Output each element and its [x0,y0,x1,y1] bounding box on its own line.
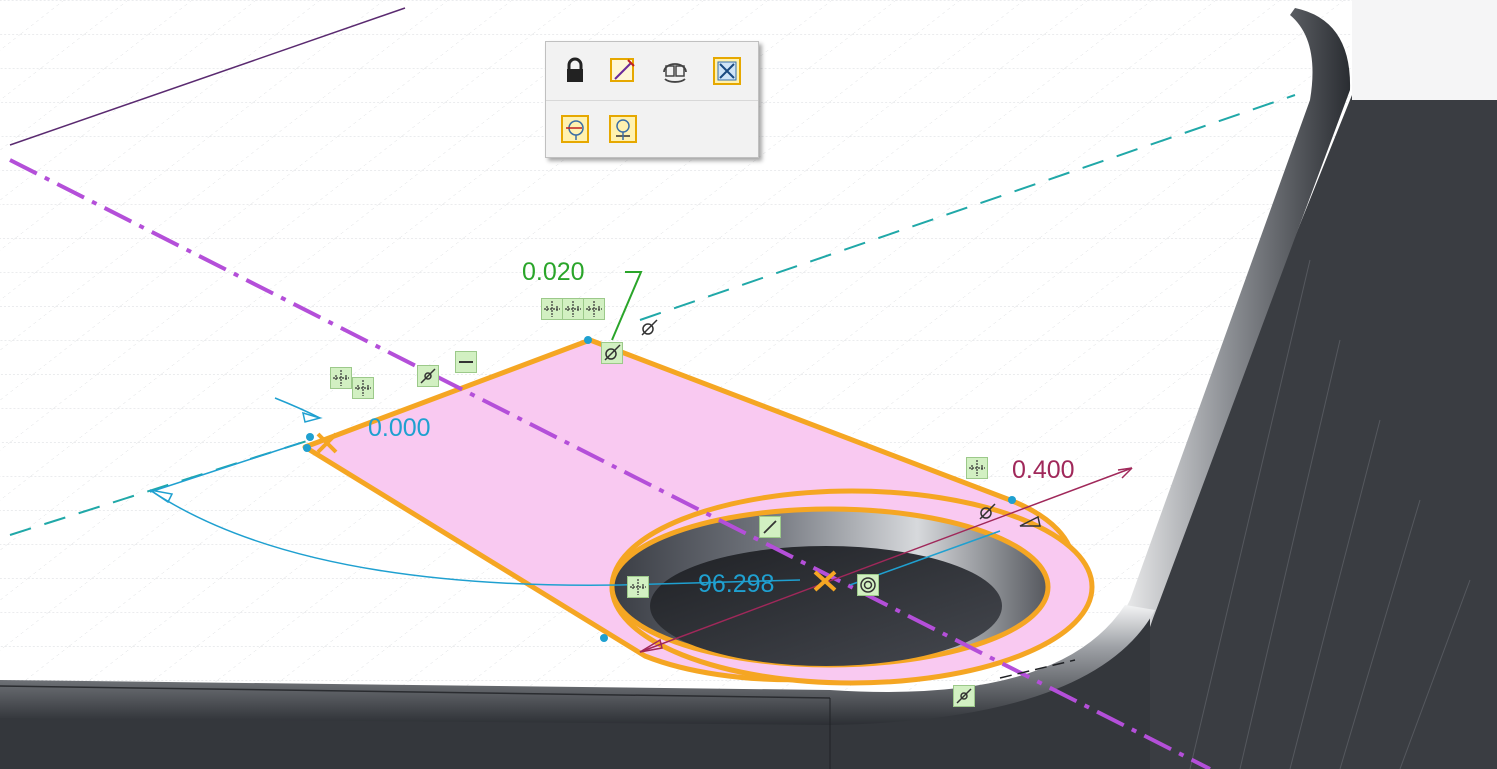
right-background [1352,0,1497,100]
reference-alt-icon[interactable] [608,114,638,144]
vertex-point[interactable] [303,444,311,452]
concentric-constraint-icon[interactable] [857,574,879,596]
vertex-point[interactable] [584,336,592,344]
display-toggle-icon[interactable] [712,56,742,86]
horizontal-constraint-icon[interactable] [455,351,477,373]
mini-toolbar-row [546,42,758,101]
vertex-point[interactable] [600,634,608,642]
dimension-top-offset[interactable]: 0.020 [522,260,585,285]
coincident-constraint-icon[interactable] [627,576,649,598]
dimension-angle[interactable]: 96.298 [698,572,774,597]
vertex-point[interactable] [1008,496,1016,504]
coincident-constraint-icon[interactable] [330,367,352,389]
tangent-constraint-icon [639,318,661,340]
vertex-point[interactable] [306,433,314,441]
mini-toolbar [545,41,759,158]
symmetric-constraint-icon[interactable] [953,685,975,707]
reference-icon[interactable] [560,114,590,144]
tangent-constraint-icon[interactable] [601,342,623,364]
tangent-constraint-icon[interactable] [977,502,999,524]
hole-bottom [650,546,1002,666]
cad-viewport[interactable]: 0.020 0.000 0.400 96.298 [0,0,1497,769]
lock-icon[interactable] [560,56,590,86]
point-on-entity-icon[interactable] [417,365,439,387]
parallel-constraint-icon[interactable] [759,516,781,538]
mini-toolbar-row [546,100,758,158]
coincident-constraint-icon[interactable] [541,298,563,320]
flip-icon[interactable] [660,56,690,86]
dimension-left-offset[interactable]: 0.000 [368,416,431,441]
sketch-view-icon[interactable] [608,56,638,86]
dimension-radius[interactable]: 0.400 [1012,458,1075,483]
coincident-constraint-icon[interactable] [562,298,584,320]
coincident-constraint-icon[interactable] [352,377,374,399]
coincident-constraint-icon[interactable] [583,298,605,320]
coincident-constraint-icon[interactable] [966,457,988,479]
